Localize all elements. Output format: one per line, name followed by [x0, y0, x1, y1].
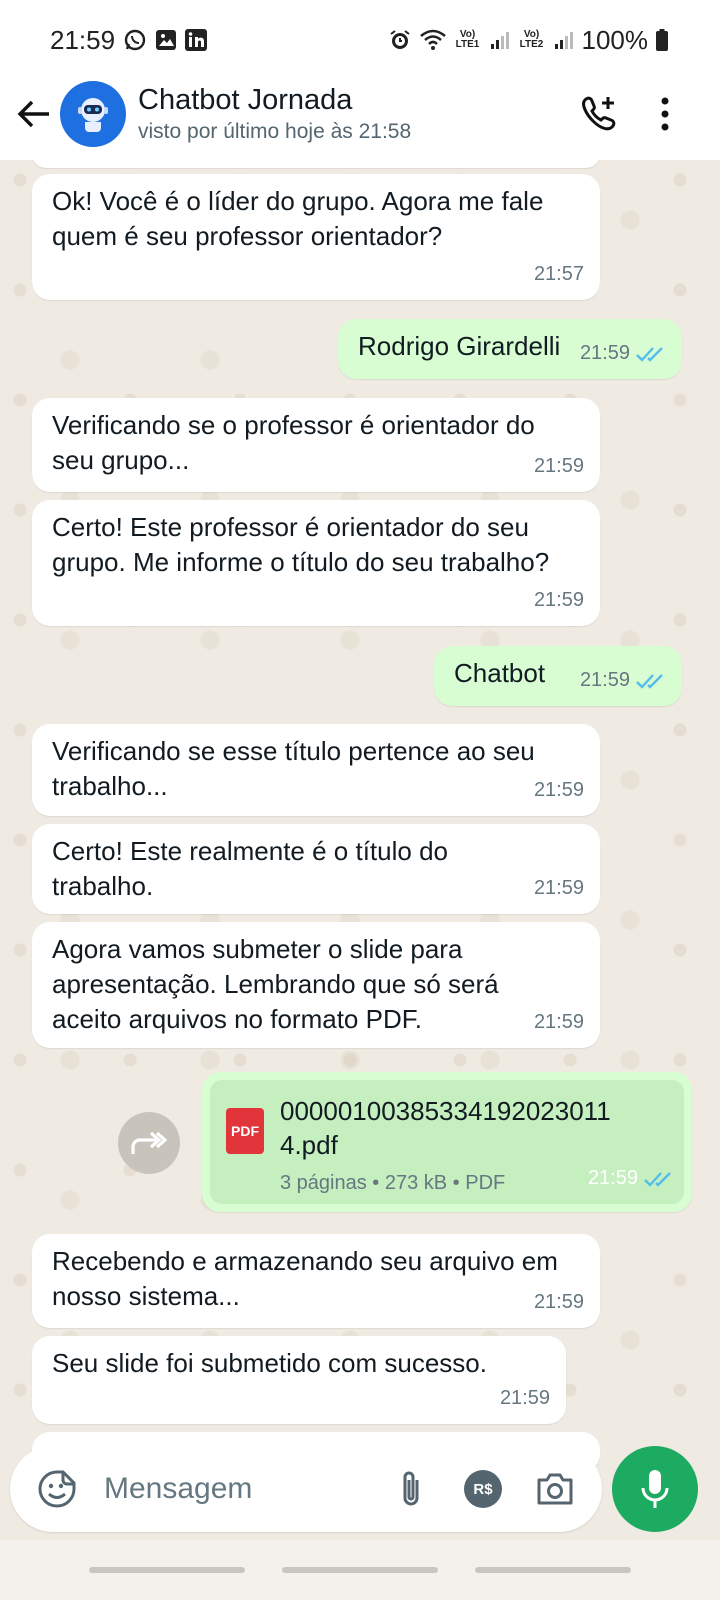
file-name-line-2: 4.pdf — [280, 1130, 338, 1160]
message-incoming[interactable]: Certo! Este realmente é o título do trab… — [32, 824, 600, 914]
battery-percent: 100% — [581, 24, 649, 55]
paperclip-icon — [403, 1471, 419, 1506]
forward-icon — [131, 1131, 167, 1154]
payment-icon: R$ — [464, 1470, 502, 1508]
message-composer: Mensagem R$ — [10, 1446, 602, 1532]
message-incoming[interactable]: Seu slide foi submetido com sucesso. 21:… — [32, 1336, 566, 1424]
message-input[interactable]: Mensagem — [104, 1472, 368, 1506]
add-call-button[interactable] — [566, 81, 632, 147]
message-meta: 21:59 — [588, 1161, 674, 1196]
double-check-read-icon — [644, 1170, 674, 1188]
message-text: Ok! Você é o líder do grupo. Agora me fa… — [52, 186, 544, 251]
gallery-notification-icon — [155, 29, 177, 51]
back-button[interactable] — [8, 84, 60, 144]
linkedin-notification-icon — [185, 29, 208, 51]
message-time: 21:59 — [533, 1291, 584, 1313]
robot-icon — [78, 98, 108, 132]
message-text: Recebendo e armazenando seu arquivo em n… — [52, 1246, 558, 1311]
message-time: 21:57 — [533, 263, 584, 285]
payment-button[interactable]: R$ — [454, 1460, 512, 1518]
message-meta: 21:59 — [580, 663, 666, 698]
message-time: 21:59 — [533, 455, 584, 477]
message-time: 21:59 — [579, 669, 630, 691]
message-time: 21:59 — [579, 342, 630, 364]
message-text: Certo! Este realmente é o título do trab… — [52, 836, 448, 901]
message-time: 21:59 — [499, 1387, 550, 1409]
nav-back[interactable] — [475, 1567, 632, 1573]
file-name-line-1: 00000100385334192023011 — [280, 1096, 611, 1126]
more-vertical-icon — [661, 97, 669, 131]
message-text: Verificando se o professor é orientador … — [52, 410, 535, 475]
lte2-label: Vo) LTE2 — [519, 29, 544, 50]
signal-2-icon — [554, 30, 574, 50]
message-incoming[interactable]: Agora vamos submeter o slide para aprese… — [32, 922, 600, 1048]
wifi-icon — [419, 29, 446, 51]
message-time: 21:59 — [533, 877, 584, 899]
voice-message-button[interactable] — [612, 1446, 698, 1532]
file-card[interactable]: PDF 00000100385334192023011 4.pdf 3 pági… — [210, 1080, 684, 1204]
message-text: Agora vamos submeter o slide para aprese… — [52, 934, 499, 1034]
message-meta: 21:59 — [580, 336, 666, 371]
file-name: 00000100385334192023011 4.pdf — [280, 1094, 611, 1162]
message-text: Verificando se esse título pertence ao s… — [52, 736, 535, 801]
avatar[interactable] — [60, 81, 126, 147]
message-outgoing[interactable]: Chatbot 21:59 — [434, 646, 682, 706]
sticker-icon — [38, 1470, 76, 1508]
message-incoming[interactable]: Recebendo e armazenando seu arquivo em n… — [32, 1234, 600, 1328]
whatsapp-notification-icon — [123, 28, 147, 52]
pdf-badge: PDF — [231, 1122, 259, 1139]
message-outgoing[interactable]: Rodrigo Girardelli 21:59 — [338, 319, 682, 379]
message-incoming[interactable]: Certo! Este professor é orientador do se… — [32, 500, 600, 626]
pdf-file-icon: PDF — [226, 1108, 264, 1154]
forward-button[interactable] — [118, 1112, 180, 1174]
payment-label: R$ — [473, 1480, 493, 1498]
message-partial-top — [32, 160, 600, 168]
chat-title[interactable]: Chatbot Jornada — [138, 82, 566, 118]
message-text: Certo! Este professor é orientador do se… — [52, 512, 550, 577]
message-incoming[interactable]: Verificando se o professor é orientador … — [32, 398, 600, 492]
nav-home[interactable] — [281, 1567, 438, 1573]
last-seen-status: visto por último hoje às 21:58 — [138, 120, 412, 143]
camera-icon — [537, 1473, 573, 1505]
message-time: 21:59 — [533, 1011, 584, 1033]
phone-plus-icon — [582, 96, 616, 131]
message-time: 21:59 — [533, 589, 584, 611]
message-time: 21:59 — [533, 779, 584, 801]
chat-area[interactable]: Ok! Você é o líder do grupo. Agora me fa… — [0, 160, 720, 1480]
nav-recents[interactable] — [88, 1567, 245, 1573]
sticker-button[interactable] — [28, 1460, 86, 1518]
message-text: Seu slide foi submetido com sucesso. — [52, 1348, 487, 1378]
attach-button[interactable] — [382, 1460, 440, 1518]
message-incoming[interactable]: Verificando se esse título pertence ao s… — [32, 724, 600, 816]
status-time: 21:59 — [50, 24, 116, 55]
double-check-read-icon — [636, 345, 666, 363]
alarm-icon — [388, 28, 412, 52]
file-message[interactable]: PDF 00000100385334192023011 4.pdf 3 pági… — [202, 1072, 692, 1212]
more-options-button[interactable] — [632, 81, 698, 147]
signal-1-icon — [490, 30, 510, 50]
double-check-read-icon — [636, 672, 666, 690]
message-incoming[interactable]: Ok! Você é o líder do grupo. Agora me fa… — [32, 174, 600, 300]
camera-button[interactable] — [526, 1460, 584, 1518]
microphone-icon — [641, 1470, 669, 1508]
system-navigation-bar — [0, 1540, 720, 1600]
message-time: 21:59 — [587, 1167, 638, 1189]
chat-header: Chatbot Jornada visto por último hoje às… — [0, 68, 720, 160]
arrow-left-icon — [17, 100, 49, 128]
battery-icon — [656, 29, 668, 51]
lte1-label: Vo) LTE1 — [455, 29, 480, 50]
file-meta: 3 páginas • 273 kB • PDF — [280, 1172, 506, 1194]
